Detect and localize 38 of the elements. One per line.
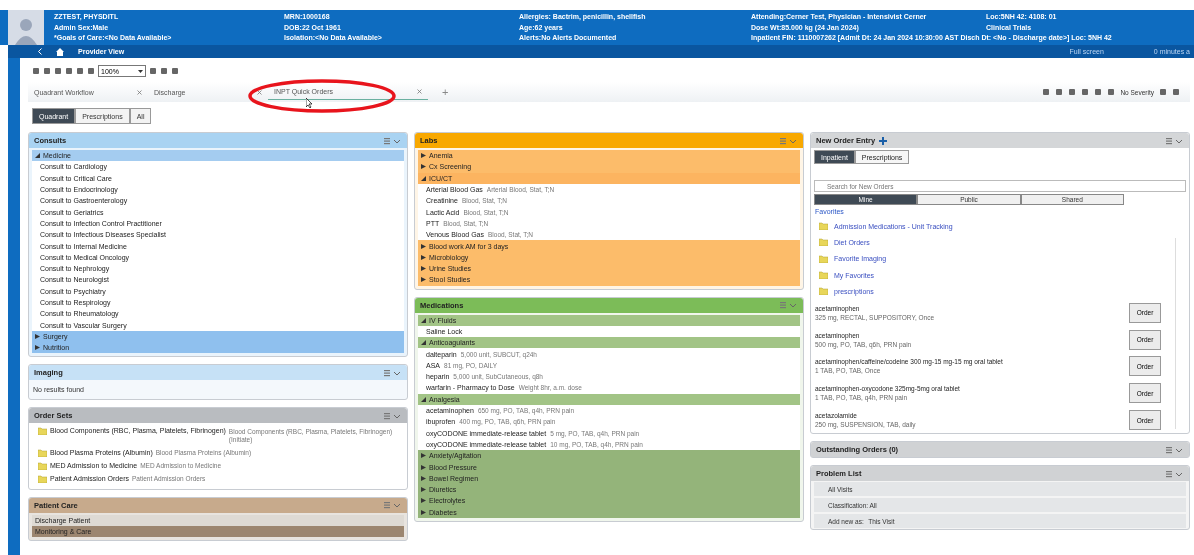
collapsed-triangle-icon[interactable]	[421, 453, 426, 459]
panel-menu-icon[interactable]	[1164, 445, 1184, 454]
home-icon[interactable]	[56, 47, 64, 56]
expanded-triangle-icon[interactable]	[421, 340, 426, 346]
expanded-triangle-icon[interactable]	[421, 317, 426, 323]
folder-icon	[38, 427, 47, 436]
panel-menu-icon[interactable]	[1164, 469, 1184, 478]
collapsed-triangle-icon[interactable]	[421, 153, 426, 159]
collapsed-triangle-icon[interactable]	[421, 164, 426, 170]
collapsed-triangle-icon[interactable]	[35, 333, 40, 339]
close-icon[interactable]	[257, 89, 262, 95]
panel-menu-icon[interactable]	[1164, 136, 1184, 145]
collapsed-triangle-icon[interactable]	[421, 266, 426, 272]
close-icon[interactable]	[137, 89, 142, 95]
collapsed-triangle-icon[interactable]	[421, 509, 426, 515]
collapsed-triangle-icon[interactable]	[35, 345, 40, 351]
collapsed-triangle-icon[interactable]	[421, 243, 426, 249]
panel-menu-icon[interactable]	[382, 501, 402, 510]
panel-menu-icon[interactable]	[778, 136, 798, 145]
collapsed-triangle-icon[interactable]	[421, 277, 426, 283]
close-icon[interactable]	[417, 89, 422, 94]
collapsed-triangle-icon[interactable]	[421, 475, 426, 481]
expanded-triangle-icon[interactable]	[421, 396, 426, 402]
back-icon[interactable]	[38, 48, 42, 55]
collapsed-triangle-icon[interactable]	[421, 464, 426, 470]
expanded-triangle-icon[interactable]	[421, 175, 426, 181]
panel-menu-icon[interactable]	[382, 368, 402, 377]
patient-avatar	[8, 10, 44, 45]
panel-menu-icon[interactable]	[382, 411, 402, 420]
add-icon[interactable]	[879, 136, 888, 145]
cursor-icon	[306, 98, 313, 108]
panel-menu-icon[interactable]	[382, 136, 402, 145]
dropdown-caret-icon[interactable]	[138, 69, 143, 73]
collapsed-triangle-icon[interactable]	[421, 254, 426, 260]
collapsed-triangle-icon[interactable]	[421, 487, 426, 493]
collapsed-triangle-icon[interactable]	[421, 498, 426, 504]
panel-menu-icon[interactable]	[778, 301, 798, 310]
expanded-triangle-icon[interactable]	[35, 153, 40, 159]
